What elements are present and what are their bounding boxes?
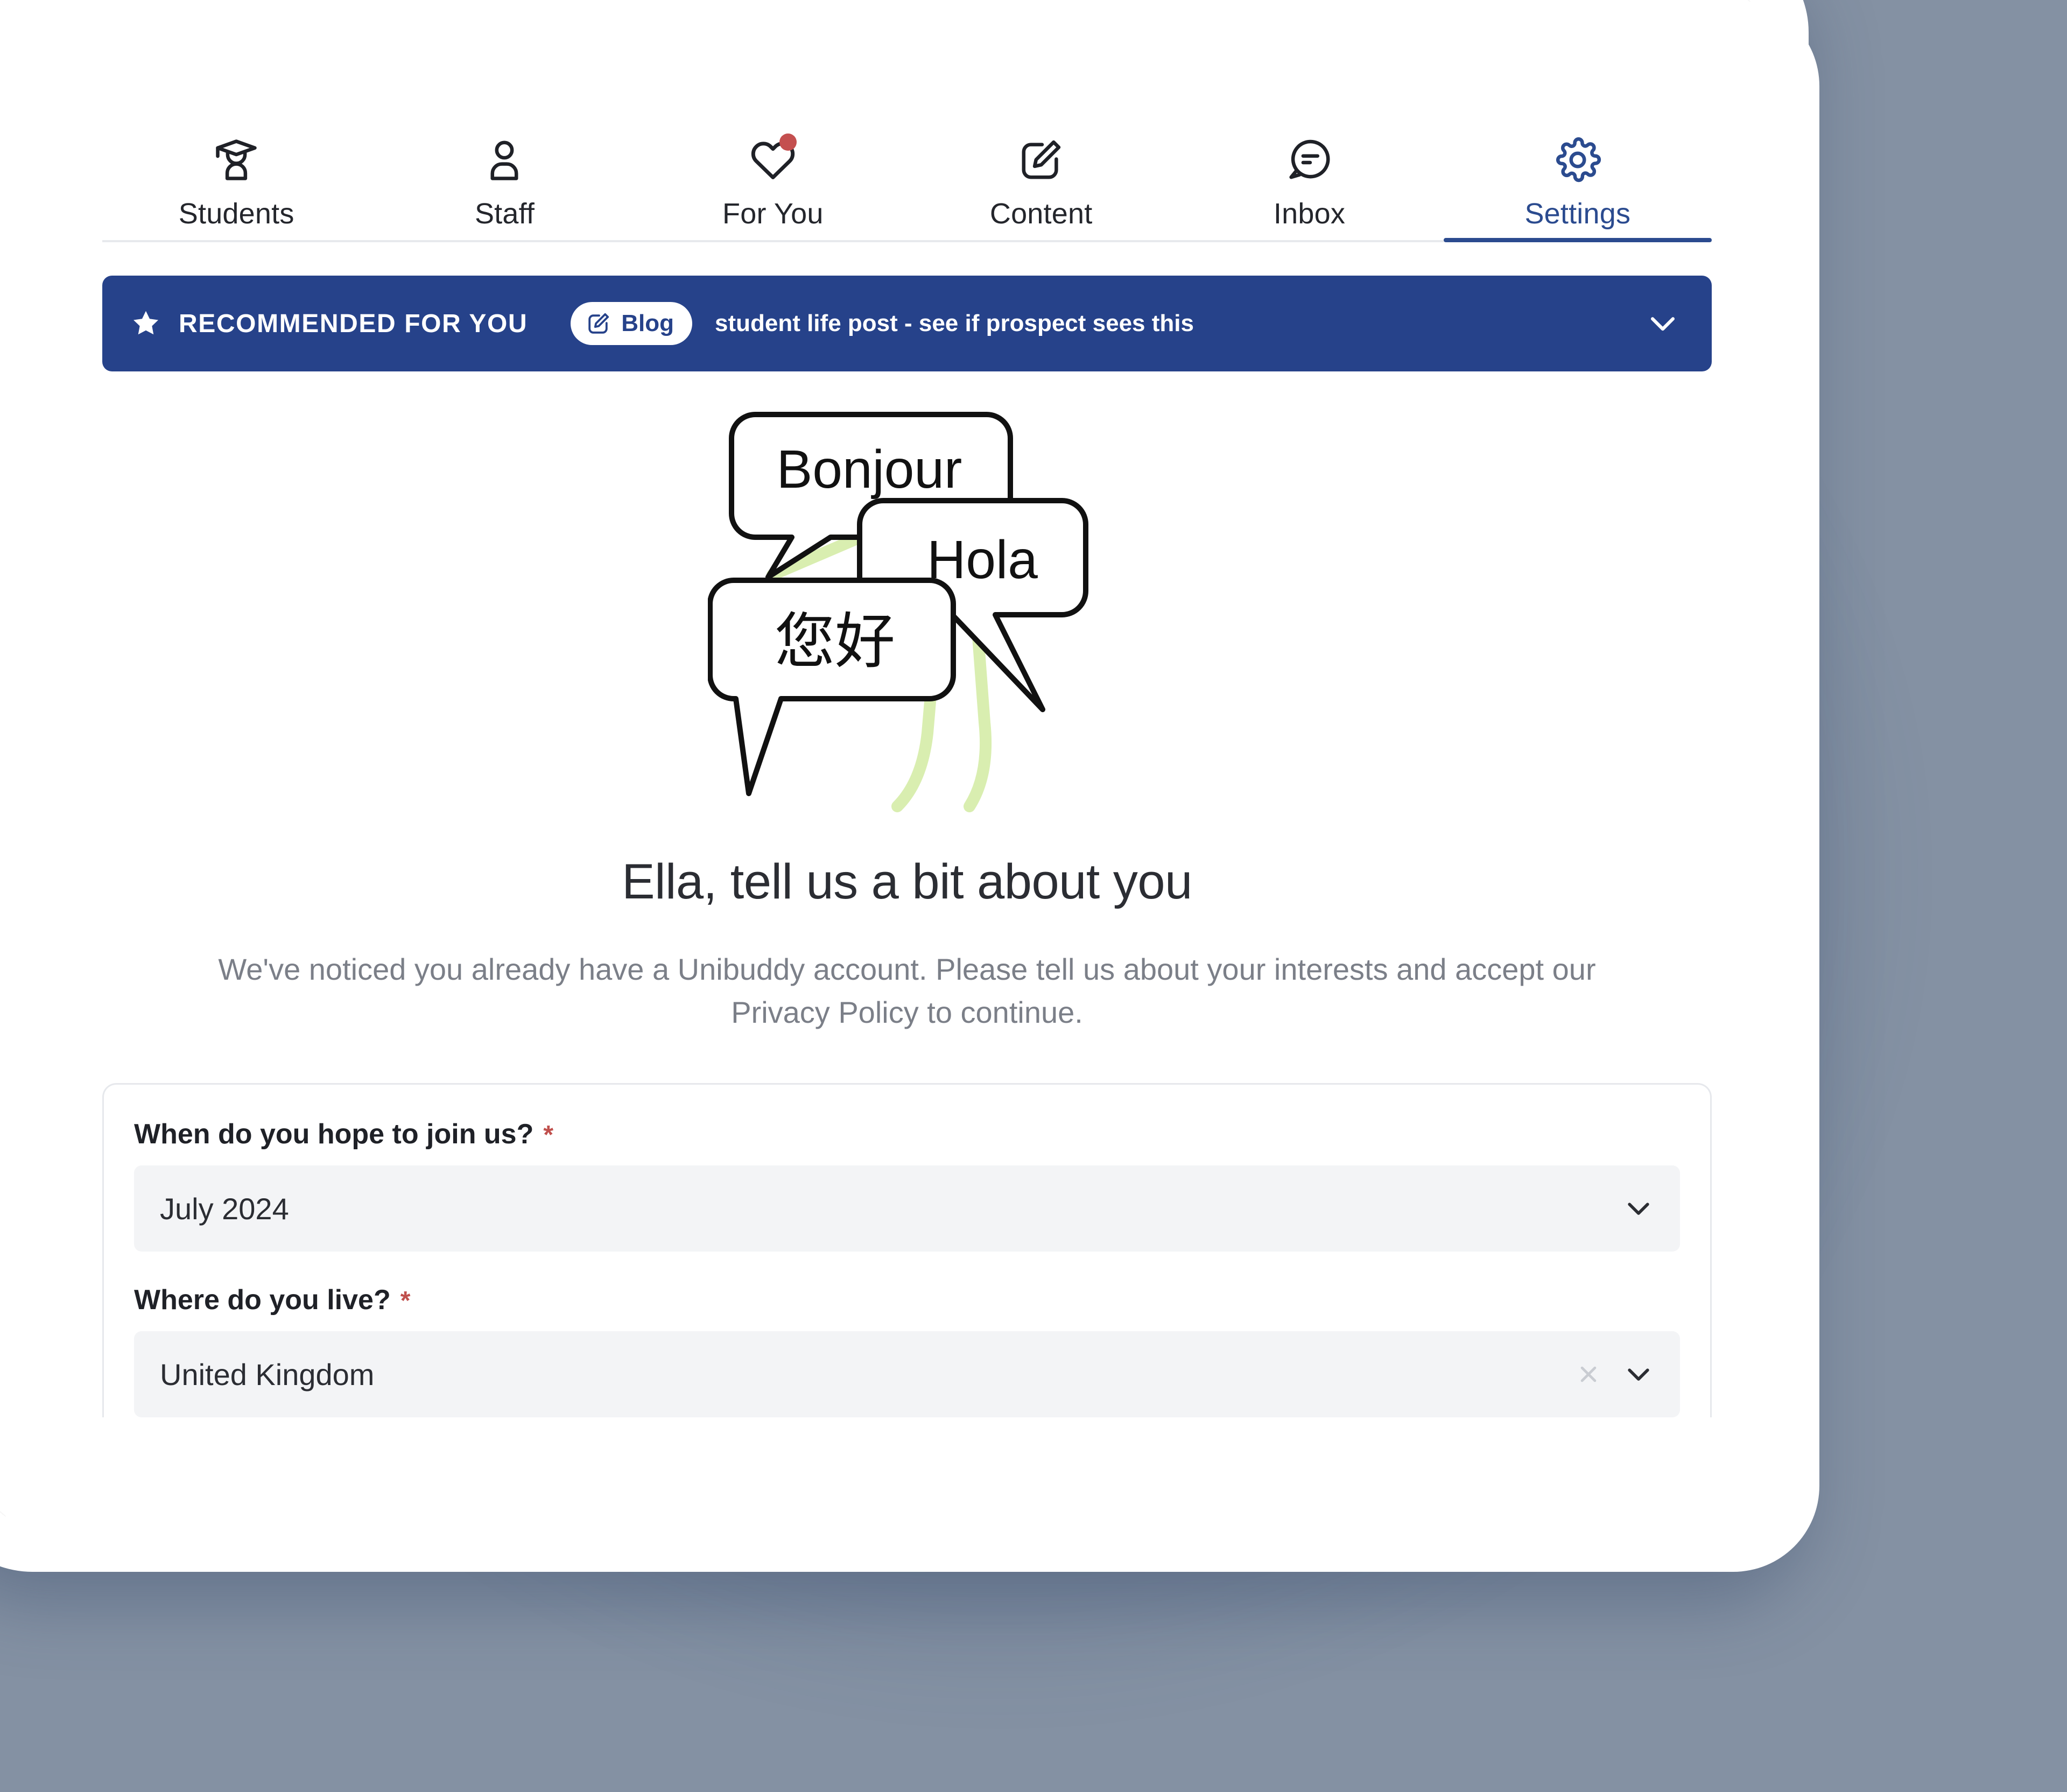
star-icon xyxy=(130,308,161,339)
tab-label: Inbox xyxy=(1273,198,1346,230)
svg-text:Bonjour: Bonjour xyxy=(777,439,962,500)
tab-staff[interactable]: Staff xyxy=(370,130,638,240)
field-label: Where do you live? * xyxy=(134,1284,1680,1316)
graduation-cap-icon xyxy=(212,130,261,189)
tab-students[interactable]: Students xyxy=(102,130,370,240)
tab-label: Students xyxy=(178,198,294,230)
country-select[interactable]: United Kingdom xyxy=(134,1331,1680,1418)
banner-pill-label: Blog xyxy=(621,310,674,336)
chevron-down-icon[interactable] xyxy=(1644,305,1682,342)
field-label-text: When do you hope to join us? xyxy=(134,1119,534,1150)
form-field-country: Where do you live? * United Kingdom xyxy=(134,1284,1680,1418)
join-date-select[interactable]: July 2024 xyxy=(134,1165,1680,1252)
form-field-join-date: When do you hope to join us? * July 2024 xyxy=(134,1118,1680,1252)
heart-icon xyxy=(748,130,798,189)
banner-title: RECOMMENDED FOR YOU xyxy=(179,309,528,338)
page-description: We've noticed you already have a Unibudd… xyxy=(218,952,1596,1029)
tab-inbox[interactable]: Inbox xyxy=(1175,130,1443,240)
svg-text:Hola: Hola xyxy=(927,530,1038,590)
tab-active-underline xyxy=(1443,238,1712,242)
select-value: July 2024 xyxy=(160,1191,289,1226)
tab-for-you[interactable]: For You xyxy=(639,130,907,240)
chat-bubble-icon xyxy=(1284,130,1334,189)
chevron-down-icon[interactable] xyxy=(1622,1358,1655,1391)
notification-badge-dot xyxy=(779,133,797,151)
tab-label: Settings xyxy=(1524,198,1631,230)
required-marker: * xyxy=(543,1121,554,1150)
tab-content[interactable]: Content xyxy=(907,130,1175,240)
edit-square-icon xyxy=(586,311,611,336)
tab-label: Content xyxy=(989,198,1093,230)
tab-label: Staff xyxy=(474,198,535,230)
tab-label: For You xyxy=(722,198,824,230)
gear-icon xyxy=(1553,130,1602,189)
chevron-down-icon[interactable] xyxy=(1622,1192,1655,1225)
profile-form-card: When do you hope to join us? * July 2024… xyxy=(102,1083,1712,1418)
tab-settings[interactable]: Settings xyxy=(1443,130,1712,242)
required-marker: * xyxy=(400,1287,411,1316)
page-title: Ella, tell us a bit about you xyxy=(622,854,1192,909)
field-label: When do you hope to join us? * xyxy=(134,1118,1680,1150)
banner-subtitle: student life post - see if prospect sees… xyxy=(714,310,1194,336)
speech-bubbles-greetings-illustration: Bonjour Hola 您好 xyxy=(102,399,1712,825)
field-label-text: Where do you live? xyxy=(134,1284,391,1316)
edit-square-icon xyxy=(1016,130,1066,189)
user-icon xyxy=(480,130,529,189)
close-icon[interactable] xyxy=(1574,1360,1602,1388)
svg-text:您好: 您好 xyxy=(775,607,895,677)
select-value: United Kingdom xyxy=(160,1357,375,1392)
main-tab-bar: Students Staff For You Content Inbox Set… xyxy=(102,81,1712,242)
app-viewport: Students Staff For You Content Inbox Set… xyxy=(0,0,1819,1572)
recommended-banner[interactable]: RECOMMENDED FOR YOU Blog student life po… xyxy=(102,276,1712,371)
banner-type-pill[interactable]: Blog xyxy=(571,302,692,345)
